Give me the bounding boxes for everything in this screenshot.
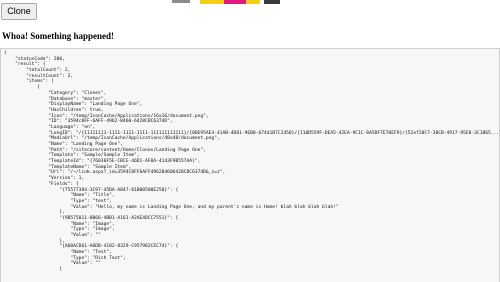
banner-segment-gray [172,0,190,3]
page-heading: Whoa! Something happened! [2,31,115,41]
banner-segment-dark [264,0,280,4]
json-response-output: { "statusCode": 200, "result": { "totalC… [0,48,500,282]
clone-button[interactable]: Clone [1,3,37,20]
banner-segment-yellow [200,0,224,4]
banner-segment-magenta [224,0,246,4]
banner-segment-yellow-2 [246,0,260,4]
banner-logo [172,0,292,4]
json-line: } [4,267,63,273]
